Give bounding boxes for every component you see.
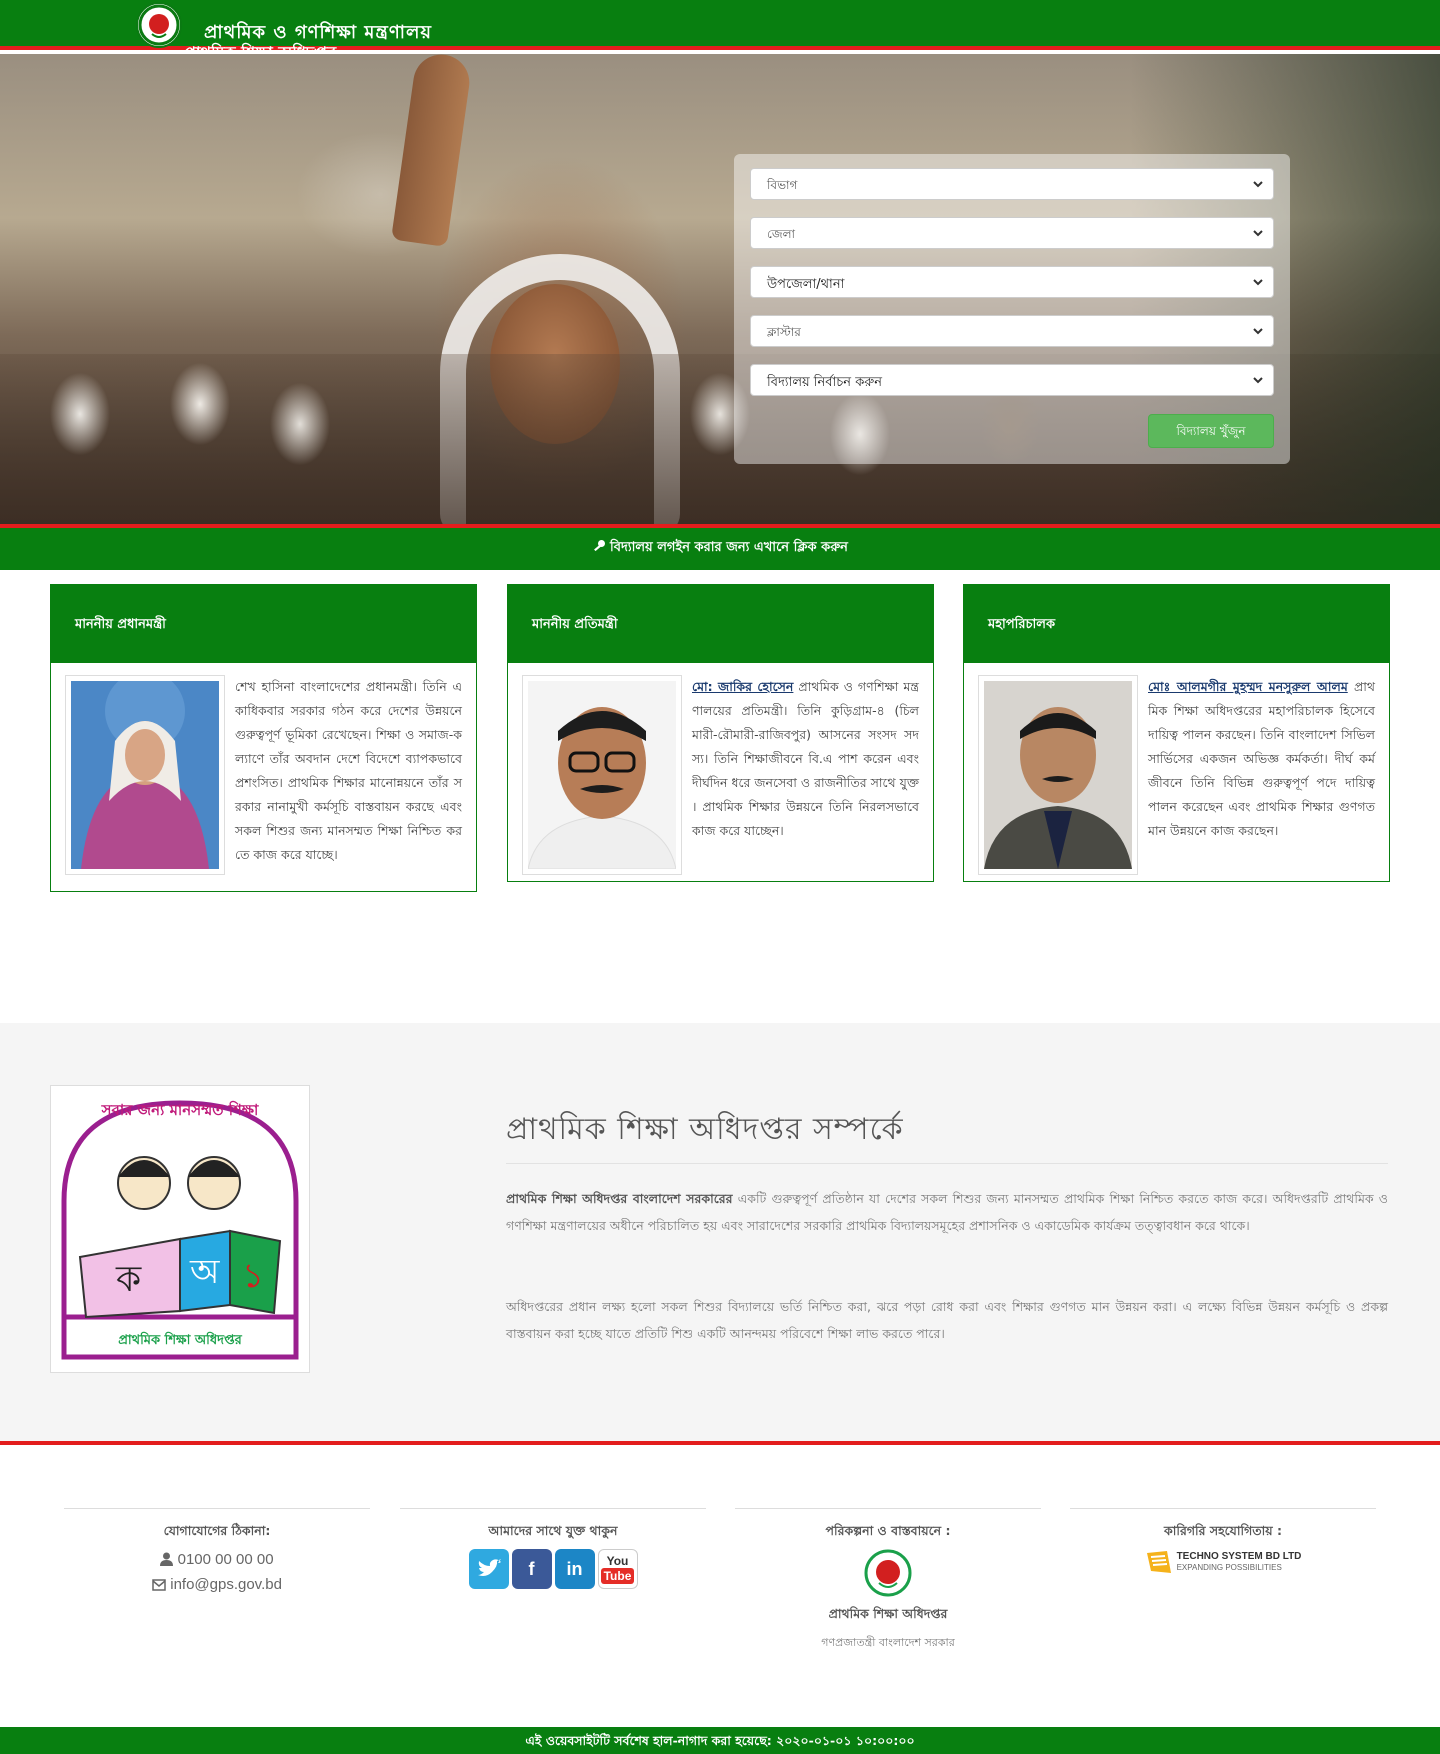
- footer-contact: যোগাযোগের ঠিকানা: 0100 00 00 00 info@gps…: [64, 1508, 370, 1593]
- card-text: প্রাথমিক শিক্ষা অধিদপ্তরের মহাপরিচালক হি…: [1148, 679, 1375, 838]
- about-heading: প্রাথমিক শিক্ষা অধিদপ্তর সম্পর্কে: [506, 1112, 904, 1147]
- phone-line: 0100 00 00 00: [64, 1551, 370, 1568]
- login-link-label: বিদ্যালয় লগইন করার জন্য এখানে ক্লিক করু…: [610, 540, 848, 555]
- techno-system-logo-icon: [1146, 1551, 1171, 1573]
- contact-heading: যোগাযোগের ঠিকানা:: [163, 1523, 271, 1538]
- social-heading: আমাদের সাথে যুক্ত থাকুন: [488, 1523, 618, 1538]
- chevron-down-icon: [1253, 377, 1263, 384]
- email-line: info@gps.gov.bd: [64, 1576, 370, 1593]
- tech-company-name: TECHNO SYSTEM BD LTD: [1176, 1551, 1302, 1562]
- division-select-value: বিভাগ: [767, 178, 798, 192]
- profile-card-state-minister: মাননীয় প্রতিমন্ত্রী মো: জাকির হোসেন প্র…: [507, 584, 934, 882]
- footer-social: আমাদের সাথে যুক্ত থাকুন f in You Tube: [400, 1508, 706, 1589]
- twitter-icon[interactable]: [468, 1549, 509, 1589]
- facebook-icon[interactable]: f: [511, 1549, 552, 1589]
- footer-technical: কারিগরি সহযোগিতায় : TECHNO SYSTEM BD LT…: [1070, 1508, 1376, 1575]
- card-text: প্রাথমিক ও গণশিক্ষা মন্ত্রণালয়ের প্রতিম…: [692, 679, 919, 838]
- school-login-link[interactable]: বিদ্যালয় লগইন করার জন্য এখানে ক্লিক করু…: [0, 524, 1440, 570]
- profile-card-director-general: মহাপরিচালক মোঃ আলমগীর মুহম্মদ মনসুরুল আল…: [963, 584, 1390, 882]
- svg-text:ক: ক: [115, 1259, 142, 1300]
- school-search-panel: বিভাগ জেলা উপজেলা/থানা ক্লাস্টার বিদ্যাল…: [734, 154, 1290, 464]
- site-header: প্রাথমিক ও গণশিক্ষা মন্ত্রণালয় প্রাথমিক…: [0, 0, 1440, 62]
- hero-photo-arm: [391, 54, 473, 247]
- school-select-value: বিদ্যালয় নির্বাচন করুন: [767, 375, 883, 390]
- district-select-value: জেলা: [767, 227, 796, 241]
- chevron-down-icon: [1253, 279, 1263, 286]
- card-heading: মহাপরিচালক: [964, 585, 1389, 663]
- planning-heading: পরিকল্পনা ও বাস্তবায়নে :: [825, 1523, 951, 1538]
- state-minister-photo: [522, 675, 682, 875]
- division-select[interactable]: বিভাগ: [750, 168, 1274, 200]
- district-select[interactable]: জেলা: [750, 217, 1274, 249]
- planning-subtitle: গণপ্রজাতন্ত্রী বাংলাদেশ সরকার: [821, 1636, 955, 1649]
- director-general-name-link[interactable]: মোঃ আলমগীর মুহম্মদ মনসুরুল আলম: [1148, 679, 1348, 694]
- cluster-select[interactable]: ক্লাস্টার: [750, 315, 1274, 347]
- government-seal-logo[interactable]: [136, 2, 182, 48]
- about-paragraph-2: অধিদপ্তরের প্রধান লক্ষ্য হলো সকল শিশুর ব…: [506, 1299, 1388, 1341]
- tech-company-tagline: EXPANDING POSSIBILITIES: [1176, 1563, 1282, 1572]
- contact-email[interactable]: info@gps.gov.bd: [170, 1576, 282, 1593]
- last-updated-bar: এই ওয়েবসাইটটি সর্বশেষ হাল-নাগাদ করা হয়…: [0, 1727, 1440, 1754]
- chevron-down-icon: [1253, 181, 1263, 188]
- about-paragraph-1: প্রাথমিক শিক্ষা অধিদপ্তর বাংলাদেশ সরকারে…: [506, 1185, 1388, 1239]
- about-lead-text: প্রাথমিক শিক্ষা অধিদপ্তর বাংলাদেশ সরকারে…: [506, 1191, 733, 1206]
- card-text: শেখ হাসিনা বাংলাদেশের প্রধানমন্ত্রী। তিন…: [235, 679, 462, 862]
- state-minister-name-link[interactable]: মো: জাকির হোসেন: [692, 679, 793, 694]
- svg-text:১: ১: [242, 1256, 264, 1296]
- about-divider: [506, 1163, 1388, 1164]
- chevron-down-icon: [1253, 328, 1263, 335]
- envelope-icon: [152, 1579, 166, 1591]
- upazila-select-value: উপজেলা/থানা: [767, 277, 845, 292]
- logo-bottom-text: প্রাথমিক শিক্ষা অধিদপ্তর: [118, 1333, 242, 1348]
- upazila-select[interactable]: উপজেলা/থানা: [750, 266, 1274, 298]
- footer-planning: পরিকল্পনা ও বাস্তবায়নে : প্রাথমিক শিক্ষ…: [735, 1508, 1041, 1653]
- contact-phone: 0100 00 00 00: [177, 1551, 274, 1568]
- hero-banner: বিভাগ জেলা উপজেলা/থানা ক্লাস্টার বিদ্যাল…: [0, 54, 1440, 524]
- govt-seal-footer-icon: [735, 1549, 1041, 1602]
- user-icon: [160, 1552, 174, 1566]
- svg-text:অ: অ: [189, 1252, 220, 1292]
- logo-top-text: সবার জন্য মানসম্মত শিক্ষা: [101, 1101, 259, 1119]
- card-heading: মাননীয় প্রধানমন্ত্রী: [51, 585, 476, 663]
- prime-minister-photo: [65, 671, 225, 875]
- linkedin-icon[interactable]: in: [554, 1549, 595, 1589]
- technical-heading: কারিগরি সহযোগিতায় :: [1164, 1523, 1282, 1538]
- chevron-down-icon: [1253, 230, 1263, 237]
- about-section: ক অ ১ সবার জন্য মানসম্মত শিক্ষা প্রাথমিক…: [0, 1023, 1440, 1445]
- youtube-icon[interactable]: You Tube: [597, 1549, 638, 1589]
- techno-system-logo[interactable]: TECHNO SYSTEM BD LTD EXPANDING POSSIBILI…: [1070, 1549, 1376, 1575]
- director-general-photo: [978, 675, 1138, 875]
- profile-card-prime-minister: মাননীয় প্রধানমন্ত্রী শেখ হাসিনা বাংলাদে…: [50, 584, 477, 892]
- cluster-select-value: ক্লাস্টার: [767, 325, 801, 339]
- card-heading: মাননীয় প্রতিমন্ত্রী: [508, 585, 933, 663]
- dpe-logo: ক অ ১ সবার জন্য মানসম্মত শিক্ষা প্রাথমিক…: [50, 1085, 310, 1373]
- search-school-button[interactable]: বিদ্যালয় খুঁজুন: [1148, 414, 1274, 448]
- key-icon: [594, 540, 606, 552]
- school-select[interactable]: বিদ্যালয় নির্বাচন করুন: [750, 364, 1274, 396]
- planning-organization: প্রাথমিক শিক্ষা অধিদপ্তর: [828, 1606, 948, 1621]
